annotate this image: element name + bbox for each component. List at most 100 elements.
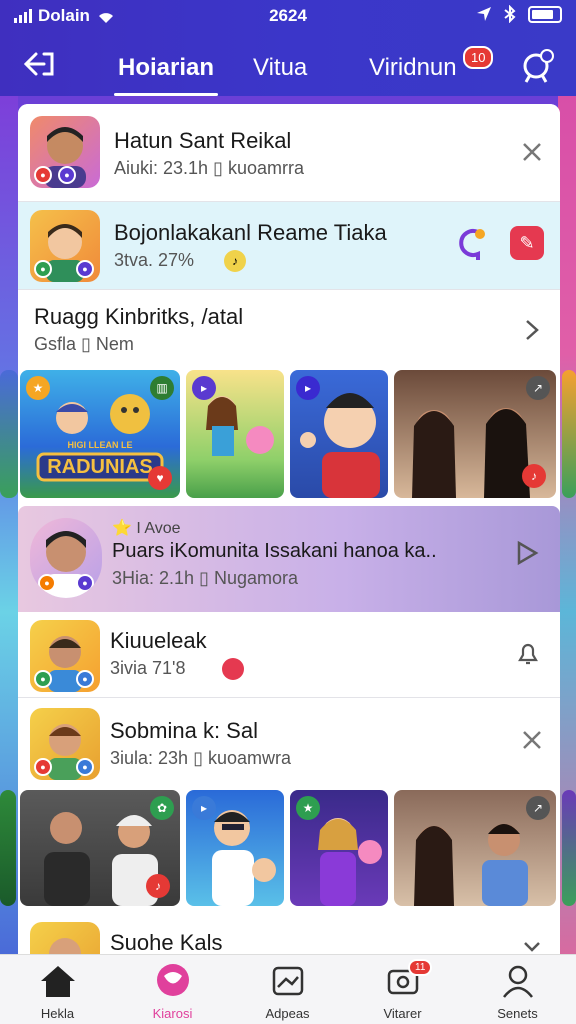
- list-item-highlighted[interactable]: ● ● Bojonlakakanl Reame Tiaka 3tva. 27% …: [18, 202, 560, 290]
- banner-text: RADUNIAS: [47, 456, 153, 478]
- tab-vitua[interactable]: Vitua: [253, 54, 307, 82]
- item-title: Ruagg Kinbritks, /atal: [34, 304, 244, 329]
- play-icon: ▸: [192, 376, 216, 400]
- heart-icon: [222, 658, 244, 680]
- close-icon[interactable]: [520, 728, 544, 752]
- item-subtitle: Aiuki: 23.1h ▯ kuoamrra: [114, 158, 304, 178]
- profile-search-icon[interactable]: [520, 48, 556, 84]
- star-icon: ★: [296, 796, 320, 820]
- badge-icon: ●: [34, 166, 52, 184]
- media-thumbnail[interactable]: ▸: [186, 790, 284, 906]
- item-title: Bojonlakakanl Reame Tiaka: [114, 220, 387, 245]
- badge-icon: ●: [34, 670, 52, 688]
- media-thumbnail[interactable]: ✿ ♪: [20, 790, 180, 906]
- banner-subtext: HIGI LLEAN LE: [67, 440, 133, 450]
- media-thumbnail[interactable]: ★: [290, 790, 388, 906]
- media-thumbnail[interactable]: [562, 370, 576, 498]
- share-icon: ↗: [526, 796, 550, 820]
- featured-item[interactable]: ● ● ⭐ I Avoe Puars iKomunita Issakani ha…: [18, 506, 560, 612]
- avatar: ● ●: [30, 620, 100, 692]
- media-thumbnail[interactable]: HIGI LLEAN LE RADUNIAS ★ ▥ ♥: [20, 370, 180, 498]
- item-subtitle: 3tva. 27%: [114, 250, 195, 270]
- chat-bubble-icon[interactable]: [458, 226, 492, 260]
- top-bar: Dolain 2624 Hoiarian Vitua Viridnun 10: [0, 0, 576, 96]
- tab-viridnun[interactable]: Viridnun: [369, 54, 457, 82]
- nav-badge: 11: [408, 959, 433, 976]
- heart-icon: ♥: [148, 466, 172, 490]
- nav-label: Hekla: [40, 1006, 75, 1021]
- home-icon: [40, 966, 75, 997]
- avatar: ● ●: [30, 518, 102, 598]
- badge-icon: ●: [76, 758, 94, 776]
- chat-icon: [156, 964, 189, 996]
- play-icon: ▸: [192, 796, 216, 820]
- nav-camera[interactable]: 11 Vitarer: [345, 959, 460, 1021]
- location-icon: [477, 7, 491, 21]
- media-thumbnail[interactable]: ↗ ♪: [394, 370, 556, 498]
- close-icon[interactable]: [520, 140, 544, 164]
- list-item[interactable]: ● ● Sobmina k: Sal 3iula: 23h ▯ kuoamwra: [18, 698, 560, 786]
- image-icon: [272, 966, 303, 996]
- badge-icon: ●: [76, 260, 94, 278]
- star-icon: ★: [26, 376, 50, 400]
- media-thumbnail[interactable]: [0, 370, 18, 498]
- media-thumbnail[interactable]: ↗: [394, 790, 556, 906]
- avatar: ● ●: [30, 116, 100, 188]
- media-thumbnail[interactable]: ▸: [290, 370, 388, 498]
- featured-label: ⭐ I Avoe: [112, 520, 181, 537]
- tab-hoiarian[interactable]: Hoiarian: [113, 54, 219, 96]
- item-title: Sobmina k: Sal: [110, 718, 258, 743]
- media-carousel: ✿ ♪ ▸ ★ ↗: [0, 790, 576, 908]
- chevron-right-icon[interactable]: [522, 318, 542, 342]
- edit-icon[interactable]: ✎: [510, 226, 544, 260]
- item-subtitle: Gsfla ▯ Nem: [34, 334, 134, 354]
- nav-chat[interactable]: Kiarosi: [115, 963, 230, 1021]
- nav-label: Senets: [497, 1006, 538, 1021]
- nav-label: Kiarosi: [152, 1006, 193, 1021]
- nav-home[interactable]: Hekla: [0, 963, 115, 1021]
- badge-icon: ●: [34, 260, 52, 278]
- nav-images[interactable]: Adpeas: [230, 963, 345, 1021]
- media-thumbnail[interactable]: ▸: [186, 370, 284, 498]
- list-item[interactable]: Ruagg Kinbritks, /atal Gsfla ▯ Nem: [18, 290, 560, 368]
- list-item[interactable]: ● ● Hatun Sant Reikal Aiuki: 23.1h ▯ kuo…: [18, 104, 560, 202]
- battery-icon: [528, 5, 562, 23]
- badge-icon: ●: [76, 574, 94, 592]
- nav-label: Vitarer: [383, 1006, 422, 1021]
- avatar: ● ●: [30, 708, 100, 780]
- media-carousel: HIGI LLEAN LE RADUNIAS ★ ▥ ♥ ▸ ▸ ↗ ♪: [0, 370, 576, 504]
- back-arrow-icon[interactable]: [22, 50, 56, 80]
- item-subtitle: 3ivia 71'8: [110, 658, 186, 678]
- badge-icon: ●: [58, 166, 76, 184]
- item-title: Puars iKomunita Issakani hanoa ka..: [112, 540, 437, 562]
- tab-badge: 10: [463, 46, 494, 69]
- bell-icon[interactable]: [514, 640, 542, 668]
- music-icon: ♪: [146, 874, 170, 898]
- leaf-icon: ✿: [150, 796, 174, 820]
- nav-label: Adpeas: [265, 1006, 310, 1021]
- media-thumbnail[interactable]: [0, 790, 16, 906]
- status-bar: Dolain 2624: [0, 0, 576, 32]
- badge-icon: ●: [38, 574, 56, 592]
- badge-icon: ●: [34, 758, 52, 776]
- music-icon: ♪: [522, 464, 546, 488]
- tab-nav: Hoiarian Vitua Viridnun 10: [0, 40, 576, 96]
- item-subtitle: 3Hia: 2.1h ▯ Nugamora: [112, 568, 299, 588]
- nav-profile[interactable]: Senets: [460, 963, 575, 1021]
- share-icon: ↗: [526, 376, 550, 400]
- chart-icon: ▥: [150, 376, 174, 400]
- list-item[interactable]: ● ● Kiuueleak 3ivia 71'8: [18, 612, 560, 698]
- item-title: Suohe Kals: [110, 930, 223, 954]
- item-title: Kiuueleak: [110, 628, 207, 653]
- play-icon[interactable]: [514, 540, 540, 566]
- item-title: Hatun Sant Reikal: [114, 128, 292, 153]
- bluetooth-icon: [504, 5, 516, 23]
- music-icon: ♪: [224, 250, 246, 272]
- item-subtitle: 3iula: 23h ▯ kuoamwra: [110, 748, 292, 768]
- media-thumbnail[interactable]: [562, 790, 576, 906]
- list-item[interactable]: Suohe Kals: [18, 914, 560, 954]
- avatar: ● ●: [30, 210, 100, 282]
- play-icon: ▸: [296, 376, 320, 400]
- chevron-down-icon[interactable]: [522, 940, 542, 954]
- badge-icon: ●: [76, 670, 94, 688]
